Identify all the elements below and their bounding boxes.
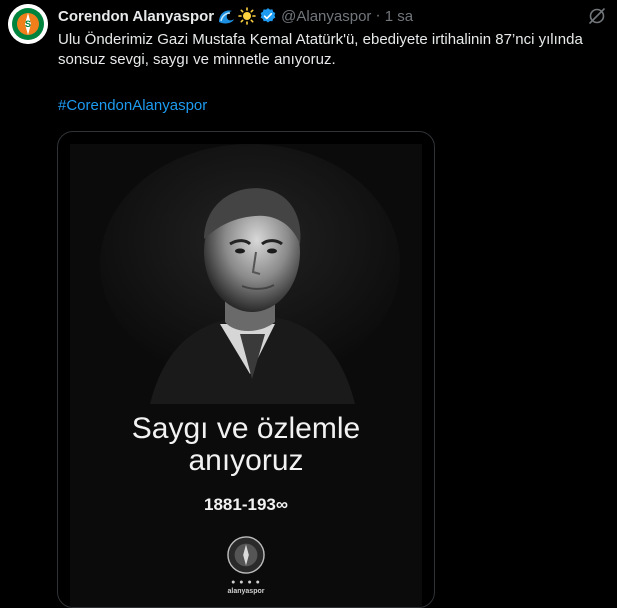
poster-title-line1: Saygı ve özlemle — [131, 412, 361, 445]
tweet-header: Corendon Alanyaspor @Alanyaspor · 1 sa — [58, 6, 607, 26]
author-handle[interactable]: @Alanyaspor — [281, 8, 371, 25]
sun-icon — [238, 7, 256, 25]
svg-text:S: S — [25, 19, 31, 29]
hashtag-link[interactable]: #CorendonAlanyaspor — [58, 96, 207, 116]
portrait-image — [70, 144, 422, 404]
poster-title-line2: anıyoruz — [188, 444, 304, 477]
verified-badge-icon[interactable] — [259, 7, 277, 25]
instagram-icon: ● — [239, 579, 245, 586]
wave-icon — [217, 8, 235, 24]
tweet-media[interactable]: Saygı ve özlemle anıyoruz 1881-193∞ ● ● … — [57, 131, 435, 608]
facebook-icon: ● — [231, 579, 237, 586]
memorial-poster: Saygı ve özlemle anıyoruz 1881-193∞ ● ● … — [70, 144, 422, 607]
youtube-icon: ● — [255, 579, 261, 586]
grok-icon[interactable] — [587, 6, 607, 26]
social-icons: ● ● ● ● — [70, 579, 422, 586]
tweet-timestamp[interactable]: 1 sa — [385, 8, 413, 25]
author-name[interactable]: Corendon Alanyaspor — [58, 8, 214, 25]
avatar[interactable]: S — [8, 4, 48, 44]
tweet-text: Ulu Önderimiz Gazi Mustafa Kemal Atatürk… — [58, 31, 583, 68]
x-icon: ● — [247, 579, 253, 586]
poster-years: 1881-193∞ — [204, 495, 288, 514]
club-emblem-icon — [227, 536, 265, 574]
alanyaspor-logo-icon: S — [8, 4, 48, 44]
poster-brand: alanyaspor — [227, 588, 265, 595]
separator-dot: · — [375, 7, 381, 24]
